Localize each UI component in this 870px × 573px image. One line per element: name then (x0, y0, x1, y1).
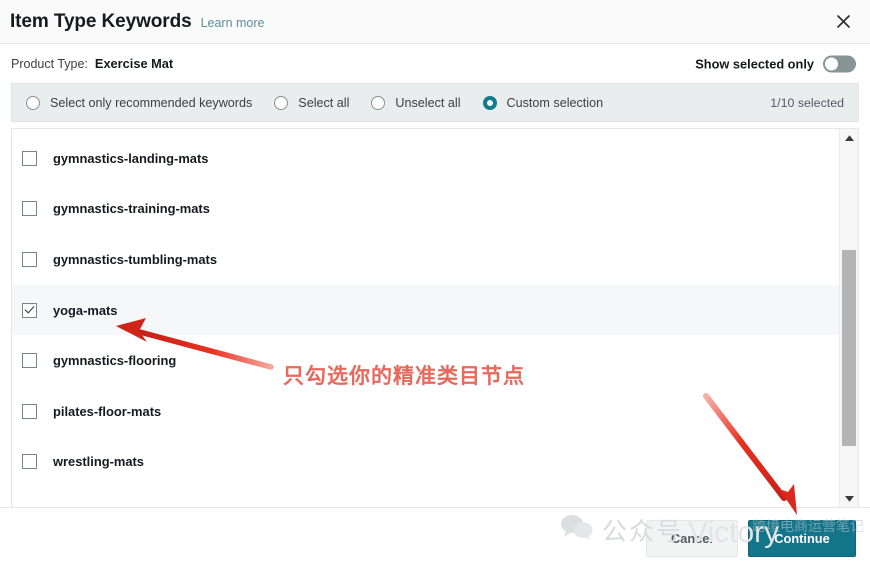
dialog-header: Item Type Keywords Learn more (0, 0, 870, 44)
list-item-selected[interactable]: yoga-mats (12, 284, 839, 336)
radio-icon-selected (482, 95, 497, 110)
scrollbar-thumb[interactable] (842, 250, 856, 446)
keyword-label: wrestling-mats (53, 454, 144, 470)
checkbox-icon[interactable] (22, 403, 37, 419)
cancel-button[interactable]: Cancel (646, 519, 738, 557)
product-type-row: Product Type: Exercise Mat Show selected… (0, 44, 870, 83)
list-scrollbar[interactable] (839, 129, 858, 507)
keyword-label: gymnastics-tumbling-mats (53, 251, 218, 267)
show-selected-only-label: Show selected only (695, 56, 814, 71)
list-item[interactable]: gymnastics-tumbling-mats (12, 234, 839, 285)
radio-label: Custom selection (506, 95, 604, 110)
scrollbar-track[interactable] (840, 146, 858, 490)
radio-select-all[interactable]: Select all (274, 95, 350, 110)
radio-select-recommended[interactable]: Select only recommended keywords (26, 95, 253, 110)
keyword-list: gymnastics-landing-mats gymnastics-train… (12, 129, 839, 507)
selected-count: 1/10 selected (770, 95, 844, 110)
learn-more-link[interactable]: Learn more (201, 16, 265, 30)
checkbox-icon[interactable] (22, 150, 37, 166)
selection-mode-bar: Select only recommended keywords Select … (11, 83, 859, 122)
keyword-label: gymnastics-landing-mats (53, 150, 209, 166)
dialog-footer: Cancel Continue (0, 507, 870, 568)
show-selected-only-control[interactable]: Show selected only (695, 55, 856, 72)
list-item[interactable]: wrestling-mats (12, 437, 839, 488)
list-item[interactable]: pilates-floor-mats (12, 386, 839, 437)
radio-icon (371, 95, 386, 110)
keyword-label: yoga-mats (53, 302, 118, 318)
keyword-label: gymnastics-flooring (53, 353, 177, 369)
keyword-label: pilates-floor-mats (53, 403, 162, 419)
product-type-value: Exercise Mat (94, 56, 174, 71)
keyword-list-container: gymnastics-landing-mats gymnastics-train… (11, 128, 859, 507)
close-icon[interactable] (830, 9, 856, 35)
chevron-up-icon[interactable] (840, 129, 858, 146)
show-selected-only-toggle[interactable] (823, 55, 856, 72)
radio-label: Select only recommended keywords (50, 95, 253, 110)
radio-label: Select all (298, 95, 350, 110)
checkbox-icon[interactable] (22, 251, 37, 267)
chevron-down-icon[interactable] (840, 490, 858, 507)
toggle-knob (825, 57, 838, 70)
radio-label: Unselect all (395, 95, 461, 110)
checkbox-icon-checked[interactable] (22, 302, 37, 318)
list-item[interactable]: gymnastics-landing-mats (12, 133, 839, 184)
list-item[interactable]: gymnastics-flooring (12, 335, 839, 386)
keyword-label: gymnastics-training-mats (53, 201, 210, 217)
radio-icon (26, 95, 40, 110)
radio-unselect-all[interactable]: Unselect all (371, 95, 461, 110)
checkbox-icon[interactable] (22, 353, 37, 369)
page-title: Item Type Keywords (10, 11, 192, 32)
checkbox-icon[interactable] (22, 454, 37, 470)
item-type-keywords-dialog: Item Type Keywords Learn more Product Ty… (0, 0, 870, 568)
checkbox-icon[interactable] (22, 201, 37, 217)
radio-icon (274, 95, 289, 110)
product-type-label: Product Type: (11, 56, 88, 71)
continue-button[interactable]: Continue (748, 519, 856, 557)
list-item[interactable]: gymnastics-training-mats (12, 184, 839, 235)
radio-custom-selection[interactable]: Custom selection (482, 95, 604, 110)
